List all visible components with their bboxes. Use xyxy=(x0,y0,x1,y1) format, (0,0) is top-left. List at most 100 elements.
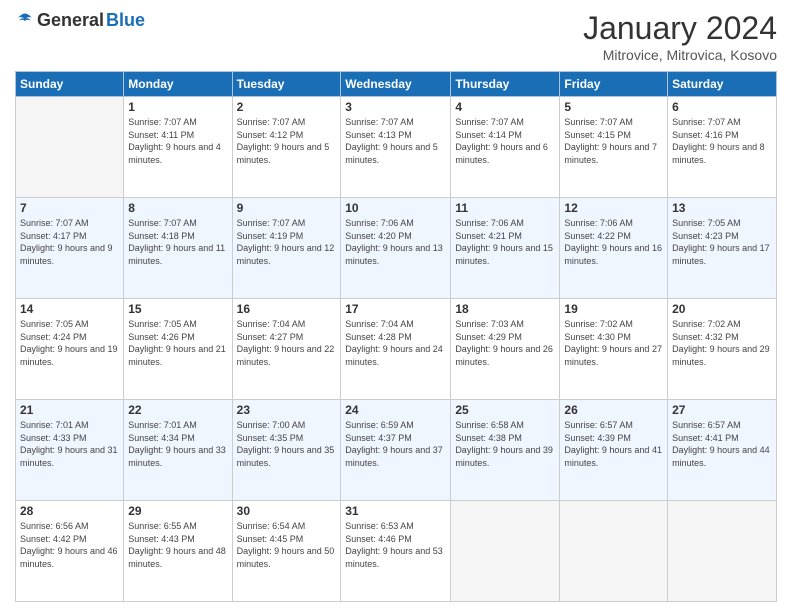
calendar-day-cell xyxy=(668,501,777,602)
day-info: Sunrise: 7:06 AMSunset: 4:21 PMDaylight:… xyxy=(455,217,555,267)
calendar-day-cell: 2Sunrise: 7:07 AMSunset: 4:12 PMDaylight… xyxy=(232,97,341,198)
day-info: Sunrise: 7:03 AMSunset: 4:29 PMDaylight:… xyxy=(455,318,555,368)
day-number: 17 xyxy=(345,302,446,316)
day-info: Sunrise: 7:07 AMSunset: 4:14 PMDaylight:… xyxy=(455,116,555,166)
day-info: Sunrise: 7:02 AMSunset: 4:30 PMDaylight:… xyxy=(564,318,663,368)
logo: GeneralBlue xyxy=(15,10,145,31)
col-sunday: Sunday xyxy=(16,72,124,97)
col-thursday: Thursday xyxy=(451,72,560,97)
day-number: 18 xyxy=(455,302,555,316)
day-info: Sunrise: 6:56 AMSunset: 4:42 PMDaylight:… xyxy=(20,520,119,570)
calendar-day-cell: 5 Sunrise: 7:07 AMSunset: 4:15 PMDaylight… xyxy=(560,97,668,198)
day-number: 25 xyxy=(455,403,555,417)
day-number: 6 xyxy=(672,100,772,114)
calendar-day-cell: 30Sunrise: 6:54 AMSunset: 4:45 PMDayligh… xyxy=(232,501,341,602)
day-number: 30 xyxy=(237,504,337,518)
day-number: 8 xyxy=(128,201,227,215)
day-number: 24 xyxy=(345,403,446,417)
calendar-day-cell: 7 Sunrise: 7:07 AMSunset: 4:17 PMDaylight… xyxy=(16,198,124,299)
day-number: 31 xyxy=(345,504,446,518)
day-number: 29 xyxy=(128,504,227,518)
day-number: 5 xyxy=(564,100,663,114)
calendar-day-cell: 13 Sunrise: 7:05 AMSunset: 4:23 PMDayligh… xyxy=(668,198,777,299)
calendar-day-cell: 22Sunrise: 7:01 AMSunset: 4:34 PMDayligh… xyxy=(124,400,232,501)
col-tuesday: Tuesday xyxy=(232,72,341,97)
day-info: Sunrise: 7:07 AMSunset: 4:11 PMDaylight:… xyxy=(128,116,227,166)
calendar-day-cell: 21 Sunrise: 7:01 AMSunset: 4:33 PMDayligh… xyxy=(16,400,124,501)
calendar-day-cell: 15Sunrise: 7:05 AMSunset: 4:26 PMDayligh… xyxy=(124,299,232,400)
day-info: Sunrise: 6:53 AMSunset: 4:46 PMDaylight:… xyxy=(345,520,446,570)
logo-bird-icon xyxy=(15,11,35,31)
day-number: 21 xyxy=(20,403,119,417)
day-number: 13 xyxy=(672,201,772,215)
day-info: Sunrise: 7:07 AMSunset: 4:18 PMDaylight:… xyxy=(128,217,227,267)
calendar-day-cell: 17 Sunrise: 7:04 AMSunset: 4:28 PMDayligh… xyxy=(341,299,451,400)
calendar-day-cell: 8 Sunrise: 7:07 AMSunset: 4:18 PMDaylight… xyxy=(124,198,232,299)
calendar-day-cell: 3 Sunrise: 7:07 AMSunset: 4:13 PMDaylight… xyxy=(341,97,451,198)
calendar-day-cell xyxy=(451,501,560,602)
day-info: Sunrise: 7:00 AMSunset: 4:35 PMDaylight:… xyxy=(237,419,337,469)
calendar-day-cell: 24 Sunrise: 6:59 AMSunset: 4:37 PMDayligh… xyxy=(341,400,451,501)
day-info: Sunrise: 6:58 AMSunset: 4:38 PMDaylight:… xyxy=(455,419,555,469)
calendar-day-cell: 20 Sunrise: 7:02 AMSunset: 4:32 PMDayligh… xyxy=(668,299,777,400)
calendar-day-cell: 18 Sunrise: 7:03 AMSunset: 4:29 PMDayligh… xyxy=(451,299,560,400)
day-number: 16 xyxy=(237,302,337,316)
calendar-day-cell xyxy=(560,501,668,602)
calendar-day-cell: 23Sunrise: 7:00 AMSunset: 4:35 PMDayligh… xyxy=(232,400,341,501)
day-number: 19 xyxy=(564,302,663,316)
calendar-day-cell: 28 Sunrise: 6:56 AMSunset: 4:42 PMDayligh… xyxy=(16,501,124,602)
calendar-header-row: Sunday Monday Tuesday Wednesday Thursday… xyxy=(16,72,777,97)
day-info: Sunrise: 7:06 AMSunset: 4:22 PMDaylight:… xyxy=(564,217,663,267)
page: GeneralBlue January 2024 Mitrovice, Mitr… xyxy=(0,0,792,612)
calendar-day-cell: 11 Sunrise: 7:06 AMSunset: 4:21 PMDayligh… xyxy=(451,198,560,299)
calendar-day-cell xyxy=(16,97,124,198)
calendar-day-cell: 4 Sunrise: 7:07 AMSunset: 4:14 PMDaylight… xyxy=(451,97,560,198)
calendar-day-cell: 16 Sunrise: 7:04 AMSunset: 4:27 PMDayligh… xyxy=(232,299,341,400)
day-info: Sunrise: 6:59 AMSunset: 4:37 PMDaylight:… xyxy=(345,419,446,469)
month-title: January 2024 xyxy=(583,10,777,47)
day-number: 10 xyxy=(345,201,446,215)
day-number: 9 xyxy=(237,201,337,215)
day-number: 26 xyxy=(564,403,663,417)
day-number: 3 xyxy=(345,100,446,114)
logo-general-text: General xyxy=(37,10,104,31)
calendar-day-cell: 6Sunrise: 7:07 AMSunset: 4:16 PMDaylight… xyxy=(668,97,777,198)
day-info: Sunrise: 7:07 AMSunset: 4:19 PMDaylight:… xyxy=(237,217,337,267)
calendar-week-row: 7 Sunrise: 7:07 AMSunset: 4:17 PMDaylight… xyxy=(16,198,777,299)
day-info: Sunrise: 7:07 AMSunset: 4:17 PMDaylight:… xyxy=(20,217,119,267)
calendar-day-cell: 12 Sunrise: 7:06 AMSunset: 4:22 PMDayligh… xyxy=(560,198,668,299)
day-number: 11 xyxy=(455,201,555,215)
day-info: Sunrise: 7:04 AMSunset: 4:28 PMDaylight:… xyxy=(345,318,446,368)
day-info: Sunrise: 7:06 AMSunset: 4:20 PMDaylight:… xyxy=(345,217,446,267)
calendar-day-cell: 9 Sunrise: 7:07 AMSunset: 4:19 PMDaylight… xyxy=(232,198,341,299)
day-info: Sunrise: 7:04 AMSunset: 4:27 PMDaylight:… xyxy=(237,318,337,368)
day-number: 22 xyxy=(128,403,227,417)
day-info: Sunrise: 7:07 AMSunset: 4:13 PMDaylight:… xyxy=(345,116,446,166)
day-info: Sunrise: 7:02 AMSunset: 4:32 PMDaylight:… xyxy=(672,318,772,368)
day-info: Sunrise: 7:05 AMSunset: 4:23 PMDaylight:… xyxy=(672,217,772,267)
calendar-day-cell: 10 Sunrise: 7:06 AMSunset: 4:20 PMDayligh… xyxy=(341,198,451,299)
col-saturday: Saturday xyxy=(668,72,777,97)
day-number: 27 xyxy=(672,403,772,417)
calendar-day-cell: 27 Sunrise: 6:57 AMSunset: 4:41 PMDayligh… xyxy=(668,400,777,501)
day-info: Sunrise: 6:55 AMSunset: 4:43 PMDaylight:… xyxy=(128,520,227,570)
day-number: 20 xyxy=(672,302,772,316)
day-number: 7 xyxy=(20,201,119,215)
day-info: Sunrise: 7:07 AMSunset: 4:12 PMDaylight:… xyxy=(237,116,337,166)
day-number: 4 xyxy=(455,100,555,114)
col-wednesday: Wednesday xyxy=(341,72,451,97)
header: GeneralBlue January 2024 Mitrovice, Mitr… xyxy=(15,10,777,63)
day-number: 12 xyxy=(564,201,663,215)
calendar-week-row: 21 Sunrise: 7:01 AMSunset: 4:33 PMDayligh… xyxy=(16,400,777,501)
calendar-week-row: 1 Sunrise: 7:07 AMSunset: 4:11 PMDaylight… xyxy=(16,97,777,198)
location-subtitle: Mitrovice, Mitrovica, Kosovo xyxy=(583,47,777,63)
day-info: Sunrise: 7:07 AMSunset: 4:15 PMDaylight:… xyxy=(564,116,663,166)
day-number: 15 xyxy=(128,302,227,316)
day-number: 1 xyxy=(128,100,227,114)
calendar-table: Sunday Monday Tuesday Wednesday Thursday… xyxy=(15,71,777,602)
calendar-day-cell: 26Sunrise: 6:57 AMSunset: 4:39 PMDayligh… xyxy=(560,400,668,501)
day-info: Sunrise: 7:01 AMSunset: 4:33 PMDaylight:… xyxy=(20,419,119,469)
day-number: 28 xyxy=(20,504,119,518)
day-info: Sunrise: 6:57 AMSunset: 4:41 PMDaylight:… xyxy=(672,419,772,469)
col-friday: Friday xyxy=(560,72,668,97)
